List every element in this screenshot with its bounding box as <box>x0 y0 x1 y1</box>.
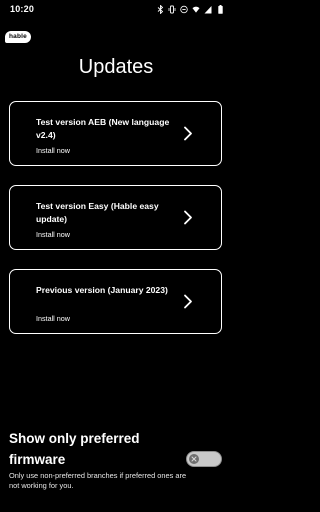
firmware-option-test-easy[interactable]: Test version Easy (Hable easy update) In… <box>9 185 222 250</box>
firmware-option-title: Test version Easy (Hable easy update) <box>36 201 159 224</box>
preferred-firmware-description: Only use non-preferred branches if prefe… <box>9 471 187 490</box>
chevron-right-icon <box>184 210 192 225</box>
vibrate-icon <box>168 5 176 14</box>
battery-icon <box>216 5 224 14</box>
do-not-disturb-icon <box>180 5 188 14</box>
chevron-right-icon <box>184 126 192 141</box>
firmware-option-title: Previous version (January 2023) <box>36 285 168 295</box>
wifi-icon <box>192 5 200 14</box>
cellular-signal-icon <box>204 5 212 14</box>
firmware-option-subtitle: Install now <box>36 314 70 323</box>
firmware-option-previous[interactable]: Previous version (January 2023) Install … <box>9 269 222 334</box>
preferred-firmware-toggle[interactable] <box>186 451 222 467</box>
hable-logo: hable <box>5 31 31 43</box>
bluetooth-icon <box>156 5 164 14</box>
status-icons <box>156 5 224 14</box>
status-time: 10:20 <box>10 4 35 14</box>
preferred-firmware-setting: Show only preferred firmware Only use no… <box>0 426 232 512</box>
toggle-thumb <box>189 453 199 464</box>
chevron-right-icon <box>184 294 192 309</box>
page-title: Updates <box>78 56 154 78</box>
preferred-firmware-title: Show only preferred firmware <box>9 431 140 467</box>
status-bar: 10:20 <box>0 0 232 22</box>
close-icon <box>191 456 197 461</box>
firmware-option-subtitle: Install now <box>36 146 70 155</box>
firmware-option-subtitle: Install now <box>36 230 70 239</box>
firmware-option-test-aeb[interactable]: Test version AEB (New language v2.4) Ins… <box>9 101 222 166</box>
firmware-option-title: Test version AEB (New language v2.4) <box>36 117 170 140</box>
